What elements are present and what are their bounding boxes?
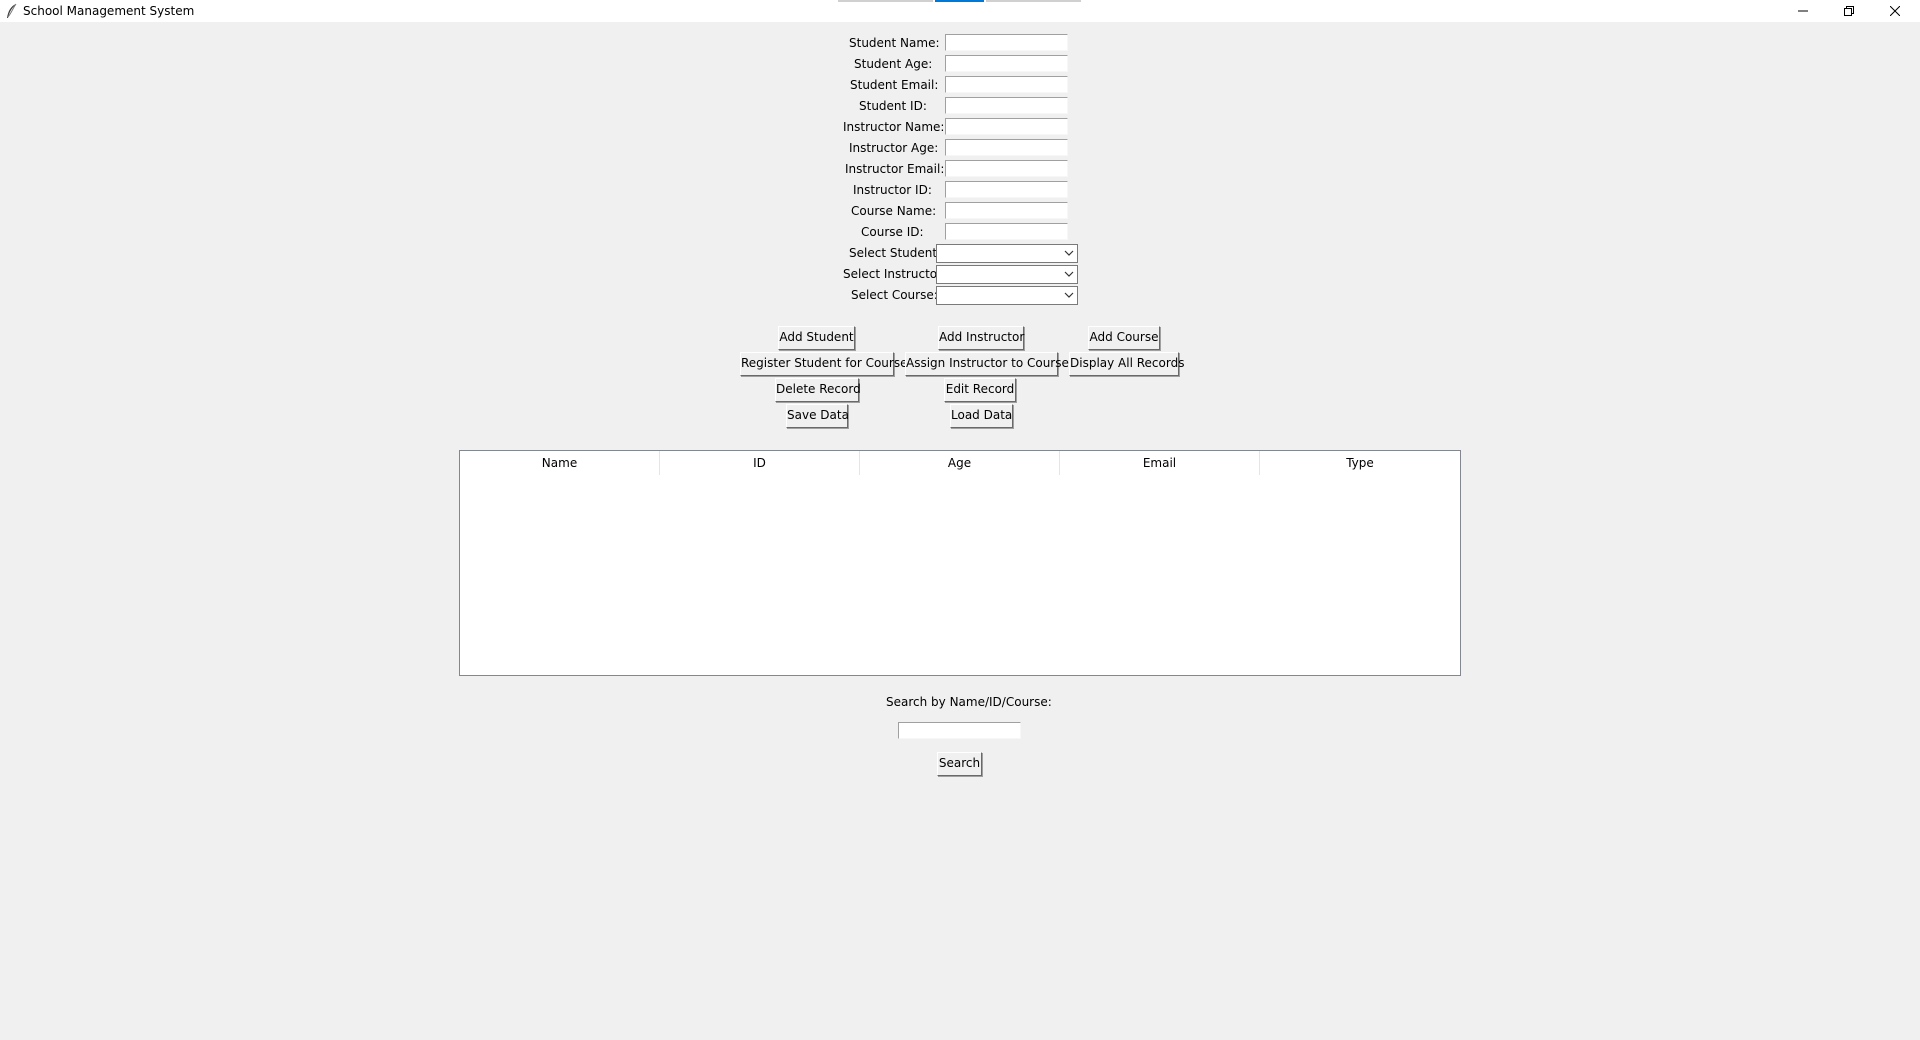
add-instructor-button[interactable]: Add Instructor — [938, 326, 1024, 350]
instructor-name-label: Instructor Name: — [843, 120, 945, 134]
minimize-icon — [1798, 10, 1808, 12]
restore-icon — [1844, 6, 1854, 16]
select-course-label: Select Course: — [851, 288, 938, 302]
course-name-label: Course Name: — [851, 204, 937, 218]
student-name-field[interactable] — [945, 34, 1068, 51]
search-button[interactable]: Search — [937, 752, 982, 776]
search-input[interactable] — [898, 722, 1021, 739]
student-age-field[interactable] — [945, 55, 1068, 72]
register-student-button[interactable]: Register Student for Course — [740, 352, 907, 376]
search-label: Search by Name/ID/Course: — [886, 695, 1052, 709]
edit-record-button[interactable]: Edit Record — [944, 378, 1016, 402]
instructor-age-label: Instructor Age: — [849, 141, 939, 155]
instructor-name-field[interactable] — [945, 118, 1068, 135]
tab-indicator-right — [986, 0, 1081, 2]
tab-indicator-active — [935, 0, 984, 2]
assign-instructor-button[interactable]: Assign Instructor to Course — [905, 352, 1069, 376]
load-data-button[interactable]: Load Data — [950, 404, 1013, 428]
course-name-field[interactable] — [945, 202, 1068, 219]
instructor-id-label: Instructor ID: — [853, 183, 932, 197]
instructor-age-field[interactable] — [945, 139, 1068, 156]
student-email-label: Student Email: — [850, 78, 939, 92]
select-instructor-label: Select Instructor: — [843, 267, 946, 281]
student-email-field[interactable] — [945, 76, 1068, 93]
student-id-label: Student ID: — [859, 99, 927, 113]
column-name-header[interactable]: Name — [460, 451, 660, 475]
tab-indicator-left — [838, 0, 933, 2]
column-type-header[interactable]: Type — [1260, 451, 1460, 475]
course-id-field[interactable] — [945, 223, 1068, 240]
student-age-label: Student Age: — [854, 57, 933, 71]
add-course-button[interactable]: Add Course — [1088, 326, 1160, 350]
feather-icon — [7, 3, 17, 18]
title-bar: School Management System — [0, 0, 1920, 22]
chevron-down-icon — [1064, 250, 1074, 256]
delete-record-button[interactable]: Delete Record — [775, 378, 861, 402]
select-course-dropdown[interactable] — [936, 286, 1078, 305]
student-id-field[interactable] — [945, 97, 1068, 114]
close-icon — [1890, 6, 1900, 16]
close-button[interactable] — [1873, 0, 1917, 22]
display-all-records-button[interactable]: Display All Records — [1069, 352, 1184, 376]
save-data-button[interactable]: Save Data — [786, 404, 849, 428]
select-student-label: Select Student: — [849, 246, 942, 260]
column-email-header[interactable]: Email — [1060, 451, 1260, 475]
chevron-down-icon — [1064, 271, 1074, 277]
column-id-header[interactable]: ID — [660, 451, 860, 475]
window-title: School Management System — [23, 4, 195, 18]
instructor-email-label: Instructor Email: — [845, 162, 945, 176]
instructor-id-field[interactable] — [945, 181, 1068, 198]
add-student-button[interactable]: Add Student — [778, 326, 855, 350]
restore-button[interactable] — [1827, 0, 1871, 22]
select-student-dropdown[interactable] — [936, 244, 1078, 263]
chevron-down-icon — [1064, 292, 1074, 298]
student-name-label: Student Name: — [849, 36, 940, 50]
minimize-button[interactable] — [1781, 0, 1825, 22]
course-id-label: Course ID: — [861, 225, 924, 239]
records-table[interactable]: Name ID Age Email Type — [459, 450, 1461, 676]
select-instructor-dropdown[interactable] — [936, 265, 1078, 284]
instructor-email-field[interactable] — [945, 160, 1068, 177]
table-header: Name ID Age Email Type — [460, 451, 1460, 475]
column-age-header[interactable]: Age — [860, 451, 1060, 475]
